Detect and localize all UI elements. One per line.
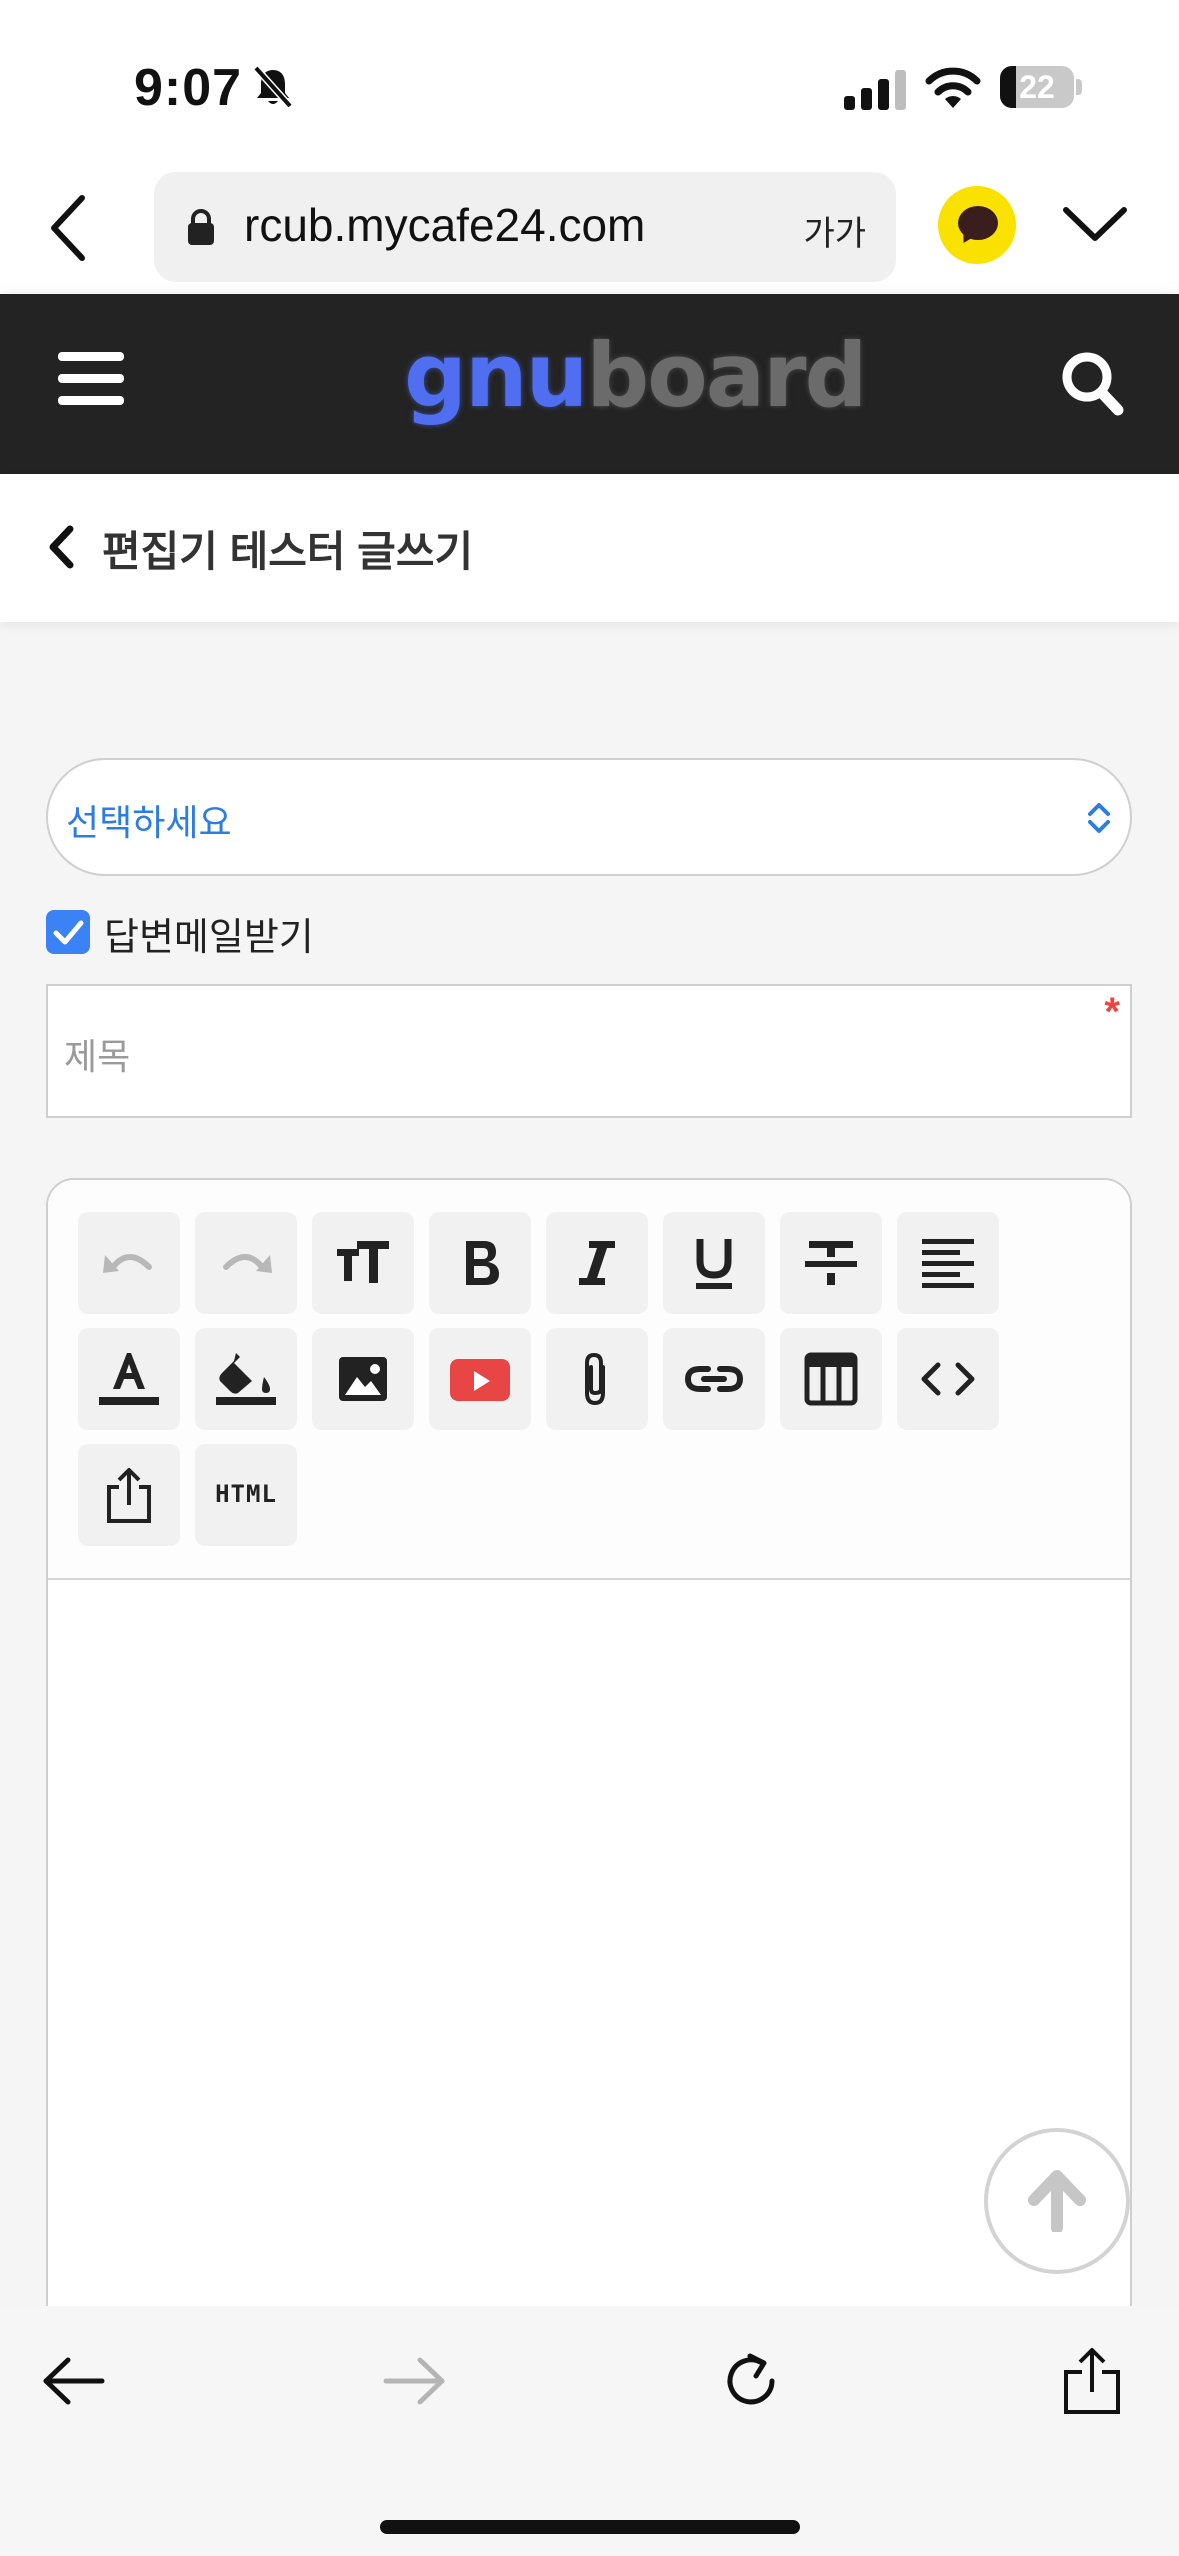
insert-video-button[interactable] — [429, 1328, 531, 1430]
logo-part-board: board — [586, 324, 867, 427]
page-title-bar: 편집기 테스터 글쓰기 — [0, 474, 1179, 622]
forward-arrow-icon[interactable] — [382, 2356, 448, 2406]
insert-image-button[interactable] — [312, 1328, 414, 1430]
logo-part-gnu: gnu — [404, 324, 588, 427]
html-icon: HTML — [215, 1480, 277, 1508]
italic-button[interactable] — [546, 1212, 648, 1314]
underline-button[interactable] — [663, 1212, 765, 1314]
subject-input[interactable]: 제목 * — [46, 984, 1132, 1118]
background-color-button[interactable] — [195, 1328, 297, 1430]
reply-mail-checkbox[interactable] — [46, 910, 90, 954]
align-left-button[interactable] — [897, 1212, 999, 1314]
align-left-icon — [922, 1239, 974, 1288]
status-time: 9:07 — [134, 59, 243, 117]
editor-toolbar: HTML — [48, 1180, 1130, 1580]
attach-file-button[interactable] — [546, 1328, 648, 1430]
share-icon[interactable] — [1060, 2346, 1124, 2418]
back-arrow-icon[interactable] — [40, 2356, 106, 2406]
subject-placeholder: 제목 — [64, 1036, 131, 1077]
html-mode-button[interactable]: HTML — [195, 1444, 297, 1546]
export-button[interactable] — [78, 1444, 180, 1546]
italic-icon — [579, 1241, 615, 1285]
category-select[interactable]: 선택하세요 — [46, 758, 1132, 876]
paint-bucket-icon — [216, 1353, 276, 1405]
kakaotalk-button[interactable] — [938, 186, 1016, 264]
font-size-icon — [337, 1241, 389, 1283]
url-text: rcub.mycafe24.com — [244, 199, 646, 251]
bell-slash-icon — [253, 65, 293, 109]
site-logo[interactable]: gnuboard — [404, 324, 868, 427]
table-icon — [804, 1352, 858, 1406]
home-indicator — [380, 2520, 800, 2534]
redo-button[interactable] — [195, 1212, 297, 1314]
strikethrough-icon — [805, 1241, 857, 1285]
battery-level: 22 — [1019, 69, 1055, 105]
chevron-down-icon[interactable] — [1060, 204, 1130, 246]
code-icon — [921, 1362, 975, 1396]
text-size-button[interactable]: 가가 — [803, 206, 866, 255]
url-bar[interactable]: rcub.mycafe24.com 가가 — [154, 172, 896, 282]
category-select-value: 선택하세요 — [66, 802, 232, 843]
link-icon — [684, 1366, 744, 1392]
scroll-to-top-button[interactable] — [984, 2128, 1130, 2274]
undo-icon — [103, 1254, 152, 1273]
select-arrows-icon — [1088, 803, 1110, 833]
bold-icon — [466, 1241, 499, 1285]
underline-icon — [696, 1239, 732, 1289]
site-header: gnuboard — [0, 294, 1179, 474]
strikethrough-button[interactable] — [780, 1212, 882, 1314]
back-chevron-icon[interactable] — [46, 524, 76, 570]
hamburger-menu-icon[interactable] — [58, 350, 124, 406]
undo-button[interactable] — [78, 1212, 180, 1314]
insert-link-button[interactable] — [663, 1328, 765, 1430]
cellular-signal-icon — [844, 70, 906, 110]
browser-back-chevron-icon[interactable] — [44, 192, 94, 264]
text-color-button[interactable] — [78, 1328, 180, 1430]
arrow-up-icon — [1028, 2170, 1086, 2232]
paperclip-icon — [585, 1352, 605, 1406]
code-view-button[interactable] — [897, 1328, 999, 1430]
reply-mail-label: 답변메일받기 — [104, 917, 314, 959]
required-mark: * — [1104, 990, 1120, 1034]
youtube-icon — [450, 1359, 510, 1401]
wifi-icon — [925, 67, 981, 108]
page-title: 편집기 테스터 글쓰기 — [102, 528, 474, 575]
insert-table-button[interactable] — [780, 1328, 882, 1430]
browser-address-row: rcub.mycafe24.com 가가 — [0, 170, 1179, 294]
redo-icon — [223, 1254, 272, 1273]
bold-button[interactable] — [429, 1212, 531, 1314]
text-color-icon — [99, 1353, 159, 1405]
checkmark-icon — [53, 920, 84, 945]
browser-bottom-toolbar — [0, 2306, 1179, 2556]
share-export-icon — [107, 1468, 151, 1523]
image-icon — [339, 1357, 387, 1401]
reload-icon[interactable] — [720, 2348, 786, 2414]
lock-icon — [188, 209, 214, 245]
battery-indicator: 22 — [1000, 66, 1082, 108]
search-icon[interactable] — [1060, 350, 1124, 416]
font-size-button[interactable] — [312, 1212, 414, 1314]
status-bar: 9:07 22 — [0, 0, 1179, 170]
